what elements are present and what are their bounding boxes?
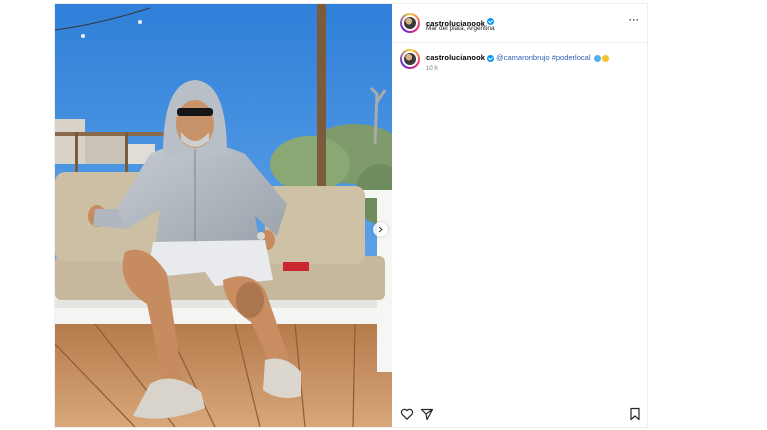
- post-photo-image: [55, 4, 392, 427]
- more-options-button[interactable]: ···: [629, 15, 640, 25]
- post-side-panel: castrolucianook Mar del plata, Argentina…: [392, 4, 647, 427]
- action-bar: [392, 404, 647, 424]
- avatar[interactable]: [400, 13, 420, 33]
- wave-emoji-icon: [593, 54, 601, 62]
- next-photo-button[interactable]: [373, 222, 388, 237]
- smile-emoji-icon: [601, 54, 609, 62]
- instagram-post: castrolucianook Mar del plata, Argentina…: [55, 4, 647, 427]
- verified-badge-icon: [487, 54, 495, 62]
- paper-plane-icon[interactable]: [420, 407, 434, 421]
- post-photo[interactable]: [55, 4, 392, 427]
- post-timestamp: 10 h: [426, 66, 438, 72]
- caption-mention-link[interactable]: @camaronbrujo: [496, 53, 549, 62]
- post-header: castrolucianook Mar del plata, Argentina…: [392, 4, 647, 43]
- caption-avatar[interactable]: [400, 49, 420, 69]
- bookmark-icon[interactable]: [628, 407, 642, 421]
- location-link[interactable]: Mar del plata, Argentina: [426, 25, 495, 32]
- caption-text: castrolucianook @camaronbrujo #poderloca…: [426, 53, 609, 62]
- heart-icon[interactable]: [400, 407, 414, 421]
- caption-username[interactable]: castrolucianook: [426, 53, 485, 62]
- chevron-right-icon: [378, 226, 383, 233]
- caption-hashtag-link[interactable]: #poderlocal: [552, 53, 591, 62]
